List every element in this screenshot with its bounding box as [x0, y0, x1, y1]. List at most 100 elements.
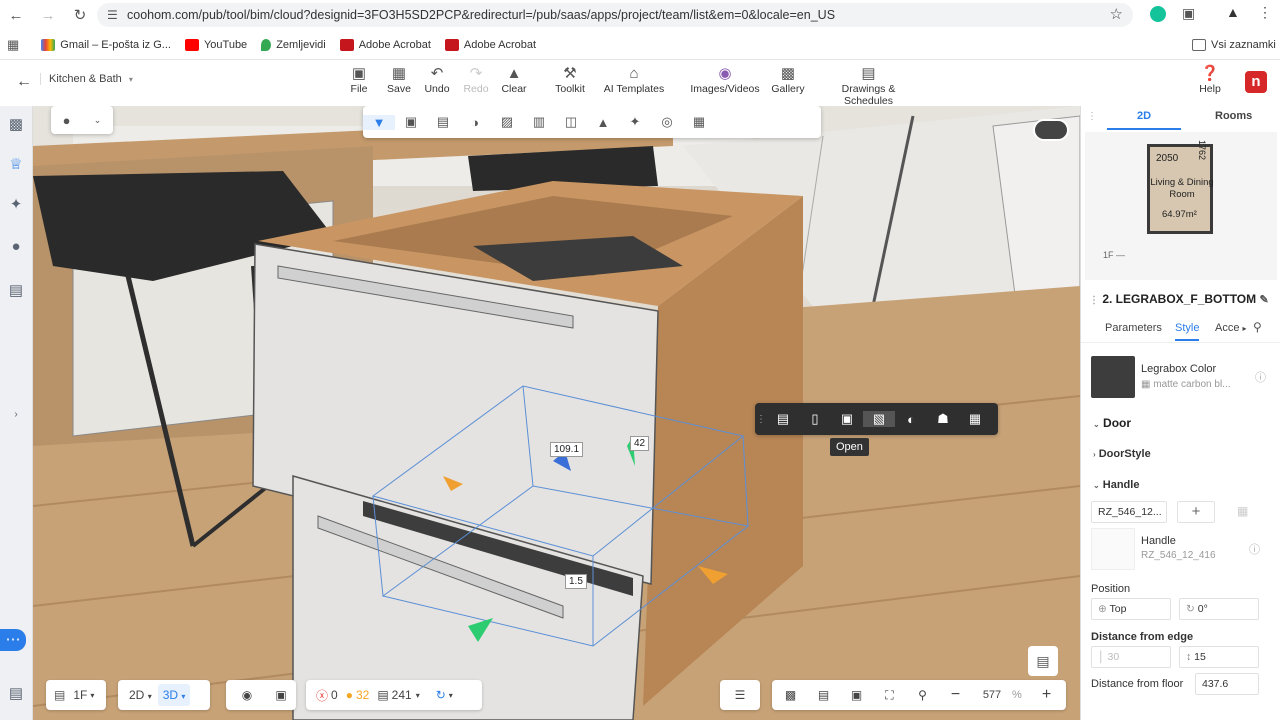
expand-arrow-icon[interactable]: › [5, 404, 27, 426]
all-bookmarks[interactable]: Vsi zaznamki [1192, 39, 1276, 51]
drag-handle-icon[interactable]: ⋮ [755, 414, 767, 425]
view-3d-button[interactable]: 3D ▾ [157, 684, 191, 706]
forward-arrow-icon[interactable]: → [32, 7, 64, 24]
position-select[interactable]: ⊕ Top [1091, 598, 1171, 620]
warning-icon[interactable]: ● [346, 688, 353, 702]
zoom-out-button[interactable]: − [939, 686, 972, 704]
file-button[interactable]: ▣ File [346, 65, 372, 95]
trash-icon[interactable]: ▦ [1237, 504, 1248, 518]
open-door-icon[interactable]: ▯ [799, 411, 831, 427]
project-name[interactable]: Kitchen & Bath ▾ [40, 73, 133, 85]
edge-input-2[interactable]: ↕ 15 [1179, 646, 1259, 668]
list-panel-icon[interactable]: ▤ [5, 683, 27, 705]
tab-rooms[interactable]: Rooms [1215, 110, 1252, 122]
info-icon[interactable]: ⓘ [1249, 541, 1260, 557]
mirror-icon[interactable]: ◫ [555, 114, 587, 130]
ai-templates-button[interactable]: ⌂ AI Templates [603, 65, 665, 95]
dimension-label-depth[interactable]: 42 [630, 436, 650, 451]
paint-icon[interactable]: ▤ [427, 114, 459, 130]
browser-menu-icon[interactable]: ⋮ [1258, 4, 1272, 21]
edit-icon[interactable]: ✎ [1259, 294, 1268, 306]
color-swatch[interactable] [1091, 356, 1135, 398]
url-field[interactable]: ☰ coohom.com/pub/tool/bim/cloud?designid… [97, 3, 1133, 27]
bookmark-maps[interactable]: Zemljevidi [261, 38, 326, 51]
drawings-schedules-button[interactable]: ▤ Drawings & Schedules [817, 65, 920, 107]
split-icon[interactable]: ▧ [863, 411, 895, 427]
group-icon[interactable]: ▣ [395, 114, 427, 130]
tab-style[interactable]: Style [1175, 322, 1200, 341]
handle-thumbnail[interactable] [1091, 528, 1135, 570]
clear-button[interactable]: ▲ Clear [498, 65, 530, 95]
catalog-icon[interactable]: ▩ [5, 114, 27, 136]
door-section[interactable]: ⌄ Door [1093, 416, 1131, 430]
floorplan-minimap[interactable]: 2050 1762 Living & Dining Room 64.97m² 1… [1085, 132, 1277, 280]
render-icon[interactable]: ▣ [840, 688, 873, 702]
info-icon[interactable]: ⓘ [1255, 369, 1266, 385]
search-icon[interactable]: ⚲ [1253, 320, 1262, 334]
user-icon[interactable]: ● [5, 236, 27, 258]
zoom-in-button[interactable]: + [1030, 686, 1063, 704]
fit-screen-icon[interactable]: ⛶ [873, 688, 906, 703]
items-icon[interactable]: ▤ [377, 688, 388, 702]
grammarly-extension-icon[interactable] [1150, 6, 1166, 22]
hide-icon[interactable]: ◐ [895, 412, 927, 427]
cube-icon[interactable]: ▣ [270, 688, 292, 702]
bookmark-acrobat-1[interactable]: Adobe Acrobat [339, 38, 431, 51]
floor-indicator[interactable]: 1F — [1103, 250, 1125, 260]
replace-model-icon[interactable]: ▣ [831, 411, 863, 427]
eye-icon[interactable]: ◉ [236, 688, 258, 702]
clipboard-icon[interactable]: ▤ [1028, 646, 1058, 676]
error-icon[interactable]: ⓧ [316, 687, 328, 704]
handle-select[interactable]: RZ_546_12... ▾ [1091, 501, 1167, 537]
toolkit-button[interactable]: ⚒ Toolkit [551, 65, 589, 95]
help-button[interactable]: ❓ Help [1196, 65, 1224, 95]
lock-icon[interactable]: ☗ [927, 411, 959, 427]
app-logo[interactable]: n [1245, 71, 1267, 93]
refresh-icon[interactable]: ↻ [436, 688, 446, 702]
more-options-icon[interactable]: ▦ [959, 411, 991, 427]
tab-accessories[interactable]: Acce ▸ [1215, 322, 1247, 334]
model-tools-icon[interactable]: ✦ [5, 194, 27, 216]
bookmark-acrobat-2[interactable]: Adobe Acrobat [444, 38, 536, 51]
apps-grid-icon[interactable]: ▦ [7, 37, 19, 53]
zoom-area-icon[interactable]: ⚲ [906, 688, 939, 702]
replace-icon[interactable]: ▨ [491, 114, 523, 130]
tab-2d[interactable]: 2D [1137, 110, 1151, 122]
profile-icon[interactable]: ▲ [1226, 4, 1240, 20]
camera-view-icon[interactable]: ▤ [807, 688, 840, 702]
gallery-button[interactable]: ▩ Gallery [770, 65, 806, 95]
drag-handle-icon[interactable]: ⋮ [1089, 295, 1099, 306]
bookmark-youtube[interactable]: YouTube [184, 38, 247, 51]
angle-select[interactable]: ↻ 0° [1179, 598, 1259, 620]
layers-icon[interactable]: ▤ [767, 411, 799, 427]
storage-icon[interactable]: ▤ [5, 280, 27, 302]
images-videos-button[interactable]: ◉ Images/Videos [690, 65, 760, 95]
zoom-value[interactable]: 577 [972, 689, 1012, 701]
3d-viewport[interactable]: ● ⌄ ▼ ▣ ▤ ◑ ▨ ▥ ◫ ▲ ✦ ◎ ▦ 109.1 42 1.5 ⋮… [33, 106, 1080, 720]
edge-input-1[interactable]: │ 30 [1091, 646, 1171, 668]
select-box-icon[interactable]: ▥ [523, 114, 555, 130]
site-info-icon[interactable]: ☰ [107, 3, 118, 27]
layout-button[interactable]: ☰ [720, 680, 760, 710]
chat-icon[interactable]: ⋯ [0, 629, 26, 651]
align-icon[interactable]: ▲ [587, 115, 619, 130]
plugin-icon[interactable]: ✦ [619, 114, 651, 130]
handle-section[interactable]: ⌄ Handle [1093, 479, 1139, 491]
undo-button[interactable]: ↶ Undo [421, 65, 453, 95]
floor-distance-input[interactable]: 437.6 [1195, 673, 1259, 695]
screenshot-icon[interactable]: ▩ [774, 688, 807, 702]
delete-icon[interactable]: ▦ [683, 114, 715, 130]
crown-icon[interactable]: ♕ [5, 154, 27, 176]
chevron-down-icon[interactable]: ⌄ [82, 115, 113, 126]
panel-drag-icon[interactable]: ⋮ [1087, 111, 1097, 122]
save-button[interactable]: ▦ Save [386, 65, 412, 95]
extensions-puzzle-icon[interactable]: ▣ [1182, 5, 1195, 22]
view-2d-button[interactable]: 2D ▾ [129, 688, 152, 702]
target-icon[interactable]: ◎ [651, 114, 683, 130]
person-view-icon[interactable]: ● [51, 113, 82, 128]
material-brush-icon[interactable]: ◑ [459, 115, 491, 130]
bookmark-gmail[interactable]: Gmail – E-pošta iz G... [41, 38, 171, 51]
back-icon[interactable]: ← [16, 73, 32, 91]
doorstyle-section[interactable]: › DoorStyle [1093, 448, 1151, 460]
back-arrow-icon[interactable]: ← [0, 7, 32, 24]
